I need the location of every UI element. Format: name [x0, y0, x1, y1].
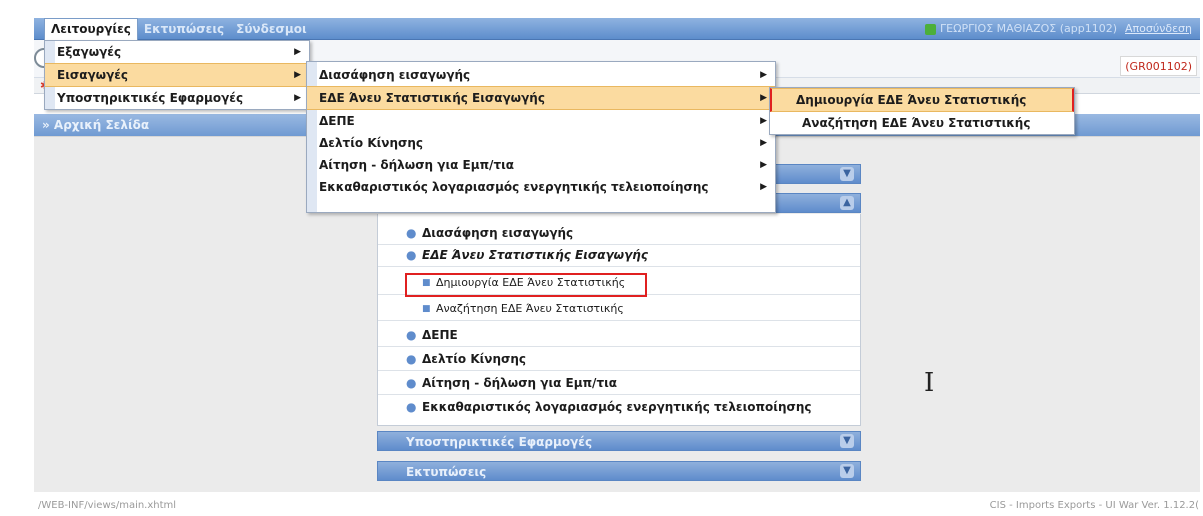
bullet-icon: ●	[406, 352, 417, 366]
chevron-right-icon: ▶	[760, 93, 767, 103]
chevron-up-icon: ▲	[840, 196, 854, 210]
top-menu-prints[interactable]: Εκτυπώσεις	[138, 18, 230, 40]
imports-submenu: Διασάφηση εισαγωγής ▶ ΕΔΕ Άνευ Στατιστικ…	[306, 61, 776, 213]
chevron-right-icon: ▶	[760, 160, 767, 170]
chevron-right-icon: ▶	[760, 138, 767, 148]
list-subitem-search[interactable]: ■ Αναζήτηση ΕΔΕ Άνευ Στατιστικής	[378, 298, 860, 321]
menu-item-application[interactable]: Αίτηση - δήλωση για Εμπ/τια ▶	[307, 154, 775, 176]
square-bullet-icon: ■	[422, 304, 431, 314]
menu-item-support-apps[interactable]: Υποστηρικτικές Εφαρμογές ▶	[45, 87, 309, 109]
chevron-right-icon: ▶	[294, 47, 301, 57]
bullet-icon: ●	[406, 328, 417, 342]
menu-item-ede-import[interactable]: ΕΔΕ Άνευ Στατιστικής Εισαγωγής ▶	[307, 86, 775, 110]
bullet-icon: ●	[406, 376, 417, 390]
chevron-right-icon: ▶	[294, 93, 301, 103]
chevron-right-icon: ▶	[760, 182, 767, 192]
list-item[interactable]: ● Δελτίο Κίνησης	[378, 348, 860, 371]
chevron-down-icon: ▼	[840, 464, 854, 478]
list-item[interactable]: ● ΔΕΠΕ	[378, 324, 860, 347]
chevron-down-icon: ▼	[840, 167, 854, 181]
accordion-imports-body: ● Διασάφηση εισαγωγής ● ΕΔΕ Άνευ Στατιστ…	[377, 214, 861, 426]
highlight-box-list	[405, 273, 647, 297]
top-menu: Λειτουργίες Εκτυπώσεις Σύνδεσμοι	[44, 18, 313, 41]
logout-link[interactable]: Αποσύνδεση	[1125, 18, 1192, 40]
office-code-badge: (GR001102)	[1120, 56, 1197, 76]
menu-item-imports[interactable]: Εισαγωγές ▶	[45, 63, 309, 87]
menu-item-search-ede[interactable]: Αναζήτηση ΕΔΕ Άνευ Στατιστικής	[770, 112, 1074, 134]
footer-path: /WEB-INF/views/main.xhtml	[38, 500, 177, 511]
bullet-icon: ●	[406, 226, 417, 240]
user-icon	[925, 23, 937, 35]
functions-menu: Εξαγωγές ▶ Εισαγωγές ▶ Υποστηρικτικές Εφ…	[44, 40, 310, 110]
bullet-icon: ●	[406, 248, 417, 262]
list-item[interactable]: ● ΕΔΕ Άνευ Στατιστικής Εισαγωγής	[378, 244, 860, 267]
list-item[interactable]: ● Διασάφηση εισαγωγής	[378, 222, 860, 245]
top-menu-bar: Λειτουργίες Εκτυπώσεις Σύνδεσμοι ΓΕΩΡΓΙΟ…	[34, 18, 1200, 41]
chevron-right-icon: ▶	[760, 70, 767, 80]
chevron-right-icon: ▶	[294, 70, 301, 80]
user-box: ΓΕΩΡΓΙΟΣ ΜΑΘΙΑΖΟΣ (app1102) Αποσύνδεση	[925, 18, 1192, 40]
chevron-right-icon: ▶	[760, 116, 767, 126]
top-menu-functions[interactable]: Λειτουργίες	[44, 18, 138, 41]
accordion-header-support[interactable]: Υποστηρικτικές Εφαρμογές ▼	[377, 431, 861, 451]
footer-version: CIS - Imports Exports - UI War Ver. 1.12…	[989, 500, 1199, 511]
ede-submenu: Δημιουργία ΕΔΕ Άνευ Στατιστικής Αναζήτησ…	[769, 87, 1075, 135]
user-name: ΓΕΩΡΓΙΟΣ ΜΑΘΙΑΖΟΣ (app1102)	[940, 22, 1118, 35]
menu-item-create-ede[interactable]: Δημιουργία ΕΔΕ Άνευ Στατιστικής	[770, 88, 1074, 112]
list-item[interactable]: ● Εκκαθαριστικός λογαριασμός ενεργητικής…	[378, 396, 860, 418]
accordion-header-prints[interactable]: Εκτυπώσεις ▼	[377, 461, 861, 481]
list-item[interactable]: ● Αίτηση - δήλωση για Εμπ/τια	[378, 372, 860, 395]
text-cursor-icon: I	[924, 368, 935, 398]
top-menu-links[interactable]: Σύνδεσμοι	[230, 18, 313, 40]
bullet-icon: ●	[406, 400, 417, 414]
menu-item-depe[interactable]: ΔΕΠΕ ▶	[307, 110, 775, 132]
menu-item-movement-note[interactable]: Δελτίο Κίνησης ▶	[307, 132, 775, 154]
menu-item-import-declaration[interactable]: Διασάφηση εισαγωγής ▶	[307, 64, 775, 86]
chevron-down-icon: ▼	[840, 434, 854, 448]
menu-item-exports[interactable]: Εξαγωγές ▶	[45, 41, 309, 63]
menu-item-clearance-account[interactable]: Εκκαθαριστικός λογαριασμός ενεργητικής τ…	[307, 176, 775, 198]
